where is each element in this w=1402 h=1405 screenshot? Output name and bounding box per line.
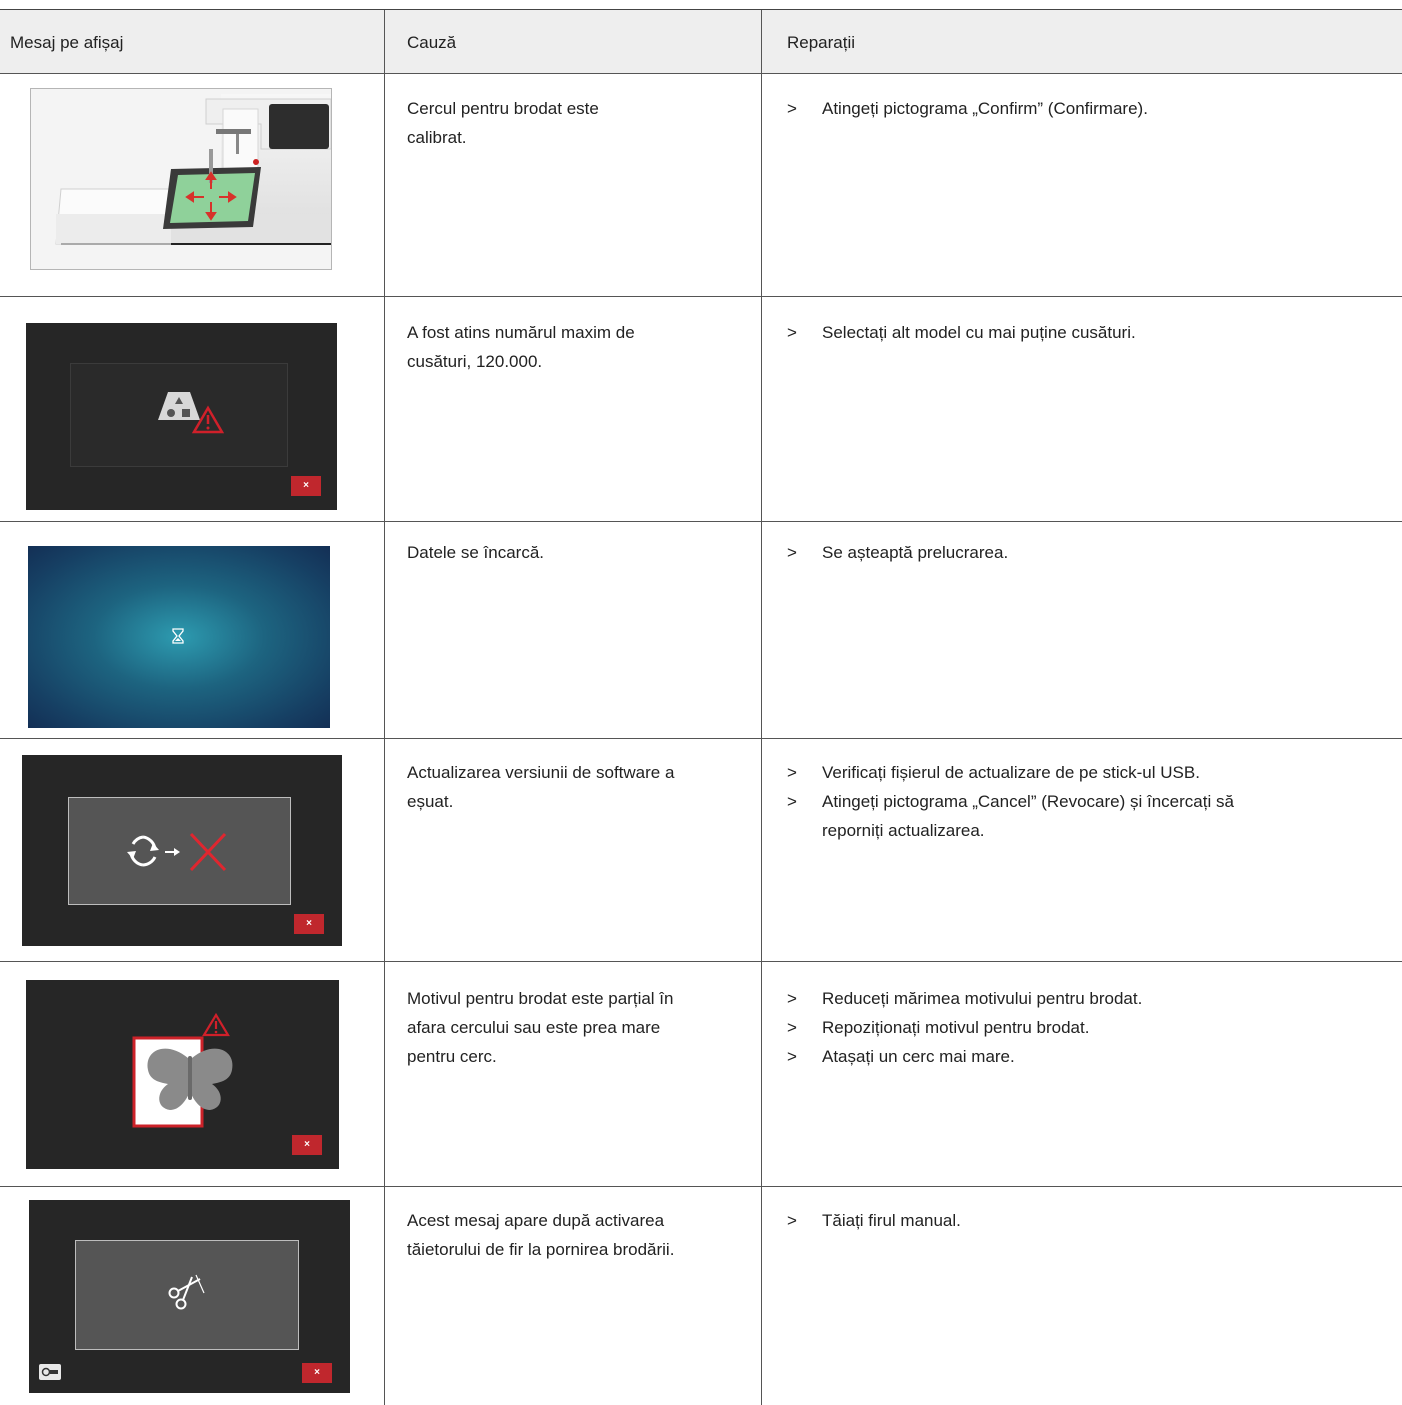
remedy-list: > Selectați alt model cu mai puține cusăt…	[787, 318, 1387, 347]
row-divider	[0, 961, 1402, 962]
message-panel	[70, 363, 288, 467]
row-divider	[0, 296, 1402, 297]
remedy-item: > Se așteaptă prelucrarea.	[787, 543, 1009, 562]
calibration-screenshot	[30, 88, 332, 270]
remedy-item: > Atașați un cerc mai mare.	[787, 1047, 1015, 1066]
cause-text: Datele se încarcă.	[407, 543, 545, 562]
header-remedy: Reparații	[787, 33, 856, 52]
scissors-thread-cut-icon	[168, 1274, 205, 1310]
remedy-list: > Verificați fișierul de actualizare de p…	[787, 758, 1387, 845]
remedy-list: > Tăiați firul manual.	[787, 1206, 1387, 1235]
update-failed-screenshot: ×	[22, 755, 342, 946]
table-header	[0, 10, 1402, 74]
max-stitches-screenshot: ×	[26, 323, 337, 510]
hourglass-icon	[172, 628, 184, 644]
max-stitches-warning-icon	[158, 392, 224, 434]
remedy-list: > Reduceți mărimea motivului pentru broda…	[787, 984, 1387, 1071]
message-panel	[68, 797, 291, 905]
cause-text: Actualizarea versiunii de software a eșu…	[407, 763, 675, 811]
header-display-message: Mesaj pe afișaj	[10, 33, 124, 52]
cause-text: Cercul pentru brodat este calibrat.	[407, 99, 599, 147]
close-button[interactable]: ×	[291, 476, 321, 496]
butterfly-outside-hoop-icon	[132, 1012, 233, 1128]
close-button[interactable]: ×	[292, 1135, 322, 1155]
remedy-item: > Reduceți mărimea motivului pentru broda…	[787, 989, 1143, 1008]
message-panel	[75, 1240, 299, 1350]
header-divider-stub	[0, 73, 27, 74]
thread-cutter-button[interactable]	[39, 1364, 61, 1380]
update-failed-icon	[127, 832, 227, 872]
row-divider	[0, 1186, 1402, 1187]
remedy-item: > Verificați fișierul de actualizare de p…	[787, 763, 1200, 782]
column-divider	[384, 10, 385, 1405]
thread-cut-screenshot: ×	[29, 1200, 350, 1393]
remedy-list: > Atingeți pictograma „Confirm” (Confirma…	[787, 94, 1387, 123]
row-divider	[0, 738, 1402, 739]
header-divider	[0, 73, 1402, 74]
remedy-item: > Tăiați firul manual.	[787, 1211, 961, 1230]
header-cause: Cauză	[407, 33, 457, 52]
cause-text: Motivul pentru brodat este parțial în af…	[407, 989, 674, 1066]
cause-text: Acest mesaj apare după activarea tăietor…	[407, 1211, 675, 1259]
embroidery-machine-calibration-icon	[55, 94, 332, 245]
design-outside-hoop-screenshot: ×	[26, 980, 339, 1169]
loading-screenshot	[28, 546, 330, 728]
cause-text: A fost atins numărul maxim de cusături, …	[407, 323, 635, 371]
remedy-item: > Selectați alt model cu mai puține cusăt…	[787, 323, 1136, 342]
column-divider	[761, 10, 762, 1405]
close-button[interactable]: ×	[294, 914, 324, 934]
remedy-item: > Atingeți pictograma „Cancel” (Revocare)…	[787, 792, 1234, 840]
close-button[interactable]: ×	[302, 1363, 332, 1383]
remedy-item: > Repoziționați motivul pentru brodat.	[787, 1018, 1090, 1037]
remedy-list: > Se așteaptă prelucrarea.	[787, 538, 1387, 567]
thread-cutter-icon	[41, 1367, 58, 1377]
remedy-item: > Atingeți pictograma „Confirm” (Confirma…	[787, 99, 1148, 118]
row-divider	[0, 521, 1402, 522]
